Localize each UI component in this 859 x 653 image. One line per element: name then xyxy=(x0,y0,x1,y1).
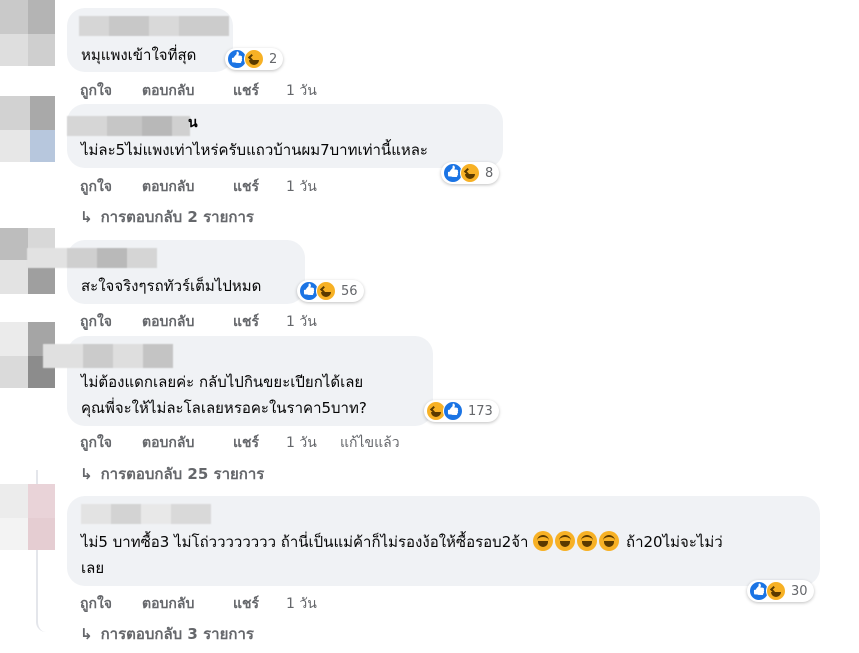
blurred-author-name[interactable] xyxy=(43,344,173,368)
comment-bubble: ไม่5 บาทซื้อ3 ไม่โถ่วววววววว ถ้านี่เป็นแ… xyxy=(67,496,820,586)
timestamp[interactable]: 1 วัน xyxy=(286,593,317,615)
reaction-count: 2 xyxy=(269,51,278,67)
rofl-emoji-icon xyxy=(555,531,576,551)
share-link[interactable]: แชร์ xyxy=(233,432,259,454)
reply-link[interactable]: ตอบกลับ xyxy=(142,432,194,454)
comment-text: สะใจจริงๆรถทัวร์เต็มไปหมด xyxy=(81,277,262,295)
like-link[interactable]: ถูกใจ xyxy=(80,176,112,198)
comment-text-line1: ไม่ต้องแดกเลยค่ะ กลับไปกินขยะเปียกได้เลย xyxy=(81,373,364,391)
rofl-emoji-icon xyxy=(533,531,554,551)
rofl-emoji-icon xyxy=(599,531,620,551)
reply-link[interactable]: ตอบกลับ xyxy=(142,311,194,333)
haha-reaction-icon xyxy=(244,49,264,69)
reply-arrow-icon: ↳ xyxy=(80,465,93,483)
haha-reaction-icon xyxy=(766,581,786,601)
reaction-count: 30 xyxy=(791,583,808,599)
reply-arrow-icon: ↳ xyxy=(80,208,93,226)
blurred-author-name[interactable] xyxy=(79,16,229,36)
timestamp[interactable]: 1 วัน xyxy=(286,432,317,454)
like-link[interactable]: ถูกใจ xyxy=(80,80,112,102)
reaction-count: 8 xyxy=(485,165,494,181)
comment-text-line1: ไม่5 บาทซื้อ3 ไม่โถ่วววววววว ถ้านี่เป็นแ… xyxy=(81,529,723,555)
comment-text: ไม่ละ5ไม่แพงเท่าไหร่ครับแถวบ้านผม7บาทเท่… xyxy=(81,141,428,159)
comment-text-part: ไม่5 บาทซื้อ3 ไม่โถ่วววววววว ถ้านี่เป็นแ… xyxy=(81,533,534,551)
comment-bubble: สะใจจริงๆรถทัวร์เต็มไปหมด xyxy=(27,240,305,304)
comment-text-part: ถ้า20ไม่จะไม่ว่ xyxy=(621,533,723,551)
reply-arrow-icon: ↳ xyxy=(80,625,93,643)
edited-label[interactable]: แก้ไขแล้ว xyxy=(340,432,400,454)
share-link[interactable]: แชร์ xyxy=(233,176,259,198)
comment-text-line2: คุณพี่จะให้ไม่ละโลเลยหรอคะในราคา5บาท? xyxy=(81,399,367,417)
reaction-count: 56 xyxy=(341,283,358,299)
timestamp[interactable]: 1 วัน xyxy=(286,311,317,333)
share-link[interactable]: แชร์ xyxy=(233,311,259,333)
share-link[interactable]: แชร์ xyxy=(233,593,259,615)
reaction-summary[interactable]: 173 xyxy=(424,400,499,422)
reply-link[interactable]: ตอบกลับ xyxy=(142,593,194,615)
comment-bubble: น ไม่ละ5ไม่แพงเท่าไหร่ครับแถวบ้านผม7บาทเ… xyxy=(67,104,503,168)
reply-link[interactable]: ตอบกลับ xyxy=(142,176,194,198)
like-link[interactable]: ถูกใจ xyxy=(80,311,112,333)
view-replies-link[interactable]: ↳ การตอบกลับ 3 รายการ xyxy=(80,622,254,646)
view-replies-link[interactable]: ↳ การตอบกลับ 25 รายการ xyxy=(80,462,264,486)
reaction-summary[interactable]: 8 xyxy=(441,162,500,184)
reply-link[interactable]: ตอบกลับ xyxy=(142,80,194,102)
haha-reaction-icon xyxy=(460,163,480,183)
comment-text: หมุแพงเข้าใจที่สุด xyxy=(81,46,197,64)
reaction-summary[interactable]: 2 xyxy=(225,48,284,70)
blurred-author-name[interactable] xyxy=(67,116,190,136)
blurred-author-name[interactable] xyxy=(81,504,211,524)
avatar[interactable] xyxy=(0,484,55,550)
replies-label: การตอบกลับ 3 รายการ xyxy=(100,625,254,643)
haha-reaction-icon xyxy=(316,281,336,301)
like-reaction-icon xyxy=(443,401,463,421)
comment-text-line2: เลย xyxy=(81,559,105,577)
timestamp[interactable]: 1 วัน xyxy=(286,176,317,198)
timestamp[interactable]: 1 วัน xyxy=(286,80,317,102)
share-link[interactable]: แชร์ xyxy=(233,80,259,102)
like-link[interactable]: ถูกใจ xyxy=(80,432,112,454)
author-name-fragment: น xyxy=(188,115,198,131)
reaction-summary[interactable]: 30 xyxy=(747,580,814,602)
reaction-summary[interactable]: 56 xyxy=(297,280,364,302)
view-replies-link[interactable]: ↳ การตอบกลับ 2 รายการ xyxy=(80,205,254,229)
reaction-count: 173 xyxy=(468,403,493,419)
replies-label: การตอบกลับ 25 รายการ xyxy=(100,465,265,483)
comment-bubble: หมุแพงเข้าใจที่สุด xyxy=(67,8,233,72)
replies-label: การตอบกลับ 2 รายการ xyxy=(100,208,254,226)
comment-bubble: ไม่ต้องแดกเลยค่ะ กลับไปกินขยะเปียกได้เลย… xyxy=(43,336,433,426)
blurred-author-name[interactable] xyxy=(27,248,157,268)
like-link[interactable]: ถูกใจ xyxy=(80,593,112,615)
avatar[interactable] xyxy=(0,0,55,66)
avatar[interactable] xyxy=(0,96,55,162)
rofl-emoji-icon xyxy=(577,531,598,551)
